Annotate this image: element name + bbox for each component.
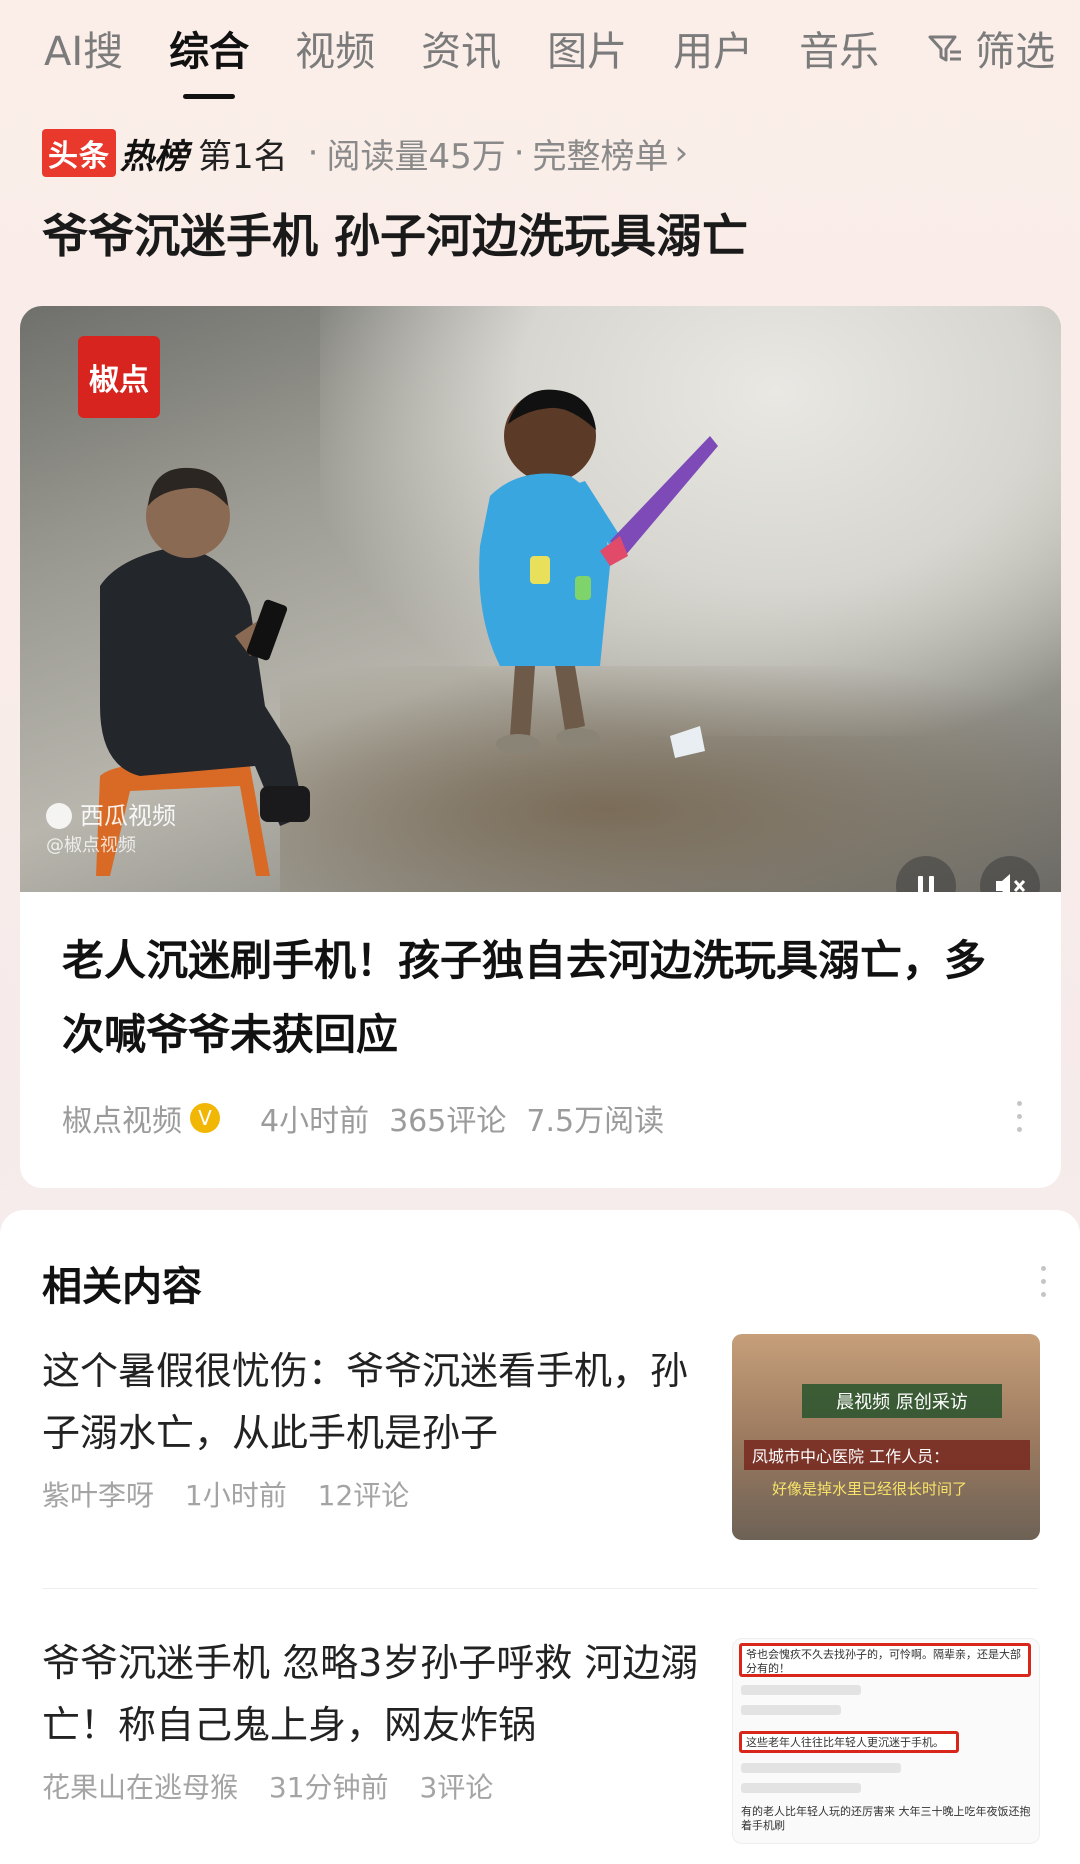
thumbnail-caption: 好像是掉水里已经很长时间了: [772, 1479, 968, 1498]
separator-dot: ·: [513, 133, 525, 173]
tab-images[interactable]: 图片: [547, 19, 627, 77]
related-heading: 相关内容: [42, 1264, 202, 1310]
thumbnail-caption: 这些老年人往往比年轻人更沉迷于手机。: [739, 1731, 959, 1753]
filter-button[interactable]: 筛选: [925, 19, 1055, 77]
chevron-right-icon: ›: [674, 133, 689, 173]
related-item-thumbnail[interactable]: 爷也会愧疚不久去找孙子的，可怜啊。隔辈亲，还是大部分有的！ 这些老年人往往比年轻…: [732, 1638, 1040, 1844]
pause-icon: [918, 876, 934, 892]
thumbnail-line: [741, 1783, 861, 1793]
publish-time: 4小时前: [260, 1104, 370, 1139]
rank-label: 第1名: [198, 136, 288, 177]
related-item-thumbnail[interactable]: 晨视频 原创采访 凤城市中心医院 工作人员： 好像是掉水里已经很长时间了: [732, 1334, 1040, 1540]
publish-time: 31分钟前: [268, 1771, 389, 1804]
thumbnail-caption: 有的老人比年轻人玩的还厉害来 大年三十晚上吃年夜饭还抱着手机刷: [741, 1805, 1031, 1832]
divider: [42, 1588, 1038, 1589]
related-item[interactable]: 这个暑假很忧伤：爷爷沉迷看手机，孙子溺水亡，从此手机是孙子 紫叶李呀 1小时前 …: [42, 1334, 1042, 1540]
read-count: 阅读量45万: [326, 136, 506, 177]
tab-comprehensive[interactable]: 综合: [169, 19, 249, 77]
tab-news[interactable]: 资讯: [421, 19, 501, 77]
full-list-link[interactable]: 完整榜单: [533, 129, 669, 178]
search-tab-bar: AI搜 综合 视频 资讯 图片 用户 音乐 筛选: [0, 0, 1080, 96]
comment-count: 12评论: [317, 1479, 410, 1512]
author-name[interactable]: 椒点视频: [62, 1096, 182, 1140]
publish-time: 1小时前: [184, 1479, 287, 1512]
thumbnail-line: [741, 1763, 901, 1773]
related-item-title[interactable]: 这个暑假很忧伤：爷爷沉迷看手机，孙子溺水亡，从此手机是孙子: [42, 1340, 722, 1464]
video-player[interactable]: 椒点 西瓜视频 @椒点视频: [20, 306, 1061, 892]
video-frame-child: [479, 389, 718, 758]
separator-dot: ·: [307, 133, 319, 173]
related-item-title[interactable]: 爷爷沉迷手机 忽略3岁孙子呼救 河边溺亡！称自己鬼上身，网友炸锅: [42, 1632, 722, 1756]
more-options-icon[interactable]: [1041, 1266, 1046, 1297]
watermark-account: @椒点视频: [46, 835, 136, 856]
news-meta: 椒点视频 V 4小时前 365评论 7.5万阅读: [62, 1096, 684, 1140]
author-name[interactable]: 花果山在逃母猴: [42, 1771, 238, 1804]
hot-topic-headline[interactable]: 爷爷沉迷手机 孙子河边洗玩具溺亡: [42, 200, 748, 266]
toutiao-logo: 头条: [42, 129, 116, 177]
read-count: 7.5万阅读: [526, 1104, 665, 1139]
related-content-panel: 相关内容 这个暑假很忧伤：爷爷沉迷看手机，孙子溺水亡，从此手机是孙子 紫叶李呀 …: [0, 1210, 1080, 1864]
thumbnail-line: [741, 1685, 861, 1695]
tab-users[interactable]: 用户: [673, 19, 753, 77]
thumbnail-caption: 凤城市中心医院 工作人员：: [744, 1440, 1030, 1470]
comment-count: 3评论: [419, 1771, 494, 1804]
filter-label: 筛选: [975, 29, 1056, 75]
related-item[interactable]: 爷爷沉迷手机 忽略3岁孙子呼救 河边溺亡！称自己鬼上身，网友炸锅 花果山在逃母猴…: [42, 1632, 1042, 1844]
tab-ai-search[interactable]: AI搜: [44, 19, 123, 77]
hot-list-logo: 热榜: [120, 136, 188, 177]
comment-count: 365评论: [389, 1104, 507, 1139]
thumbnail-caption: 晨视频 原创采访: [802, 1384, 1002, 1418]
verified-badge-icon: V: [190, 1103, 220, 1133]
more-options-icon[interactable]: [1017, 1101, 1027, 1132]
xigua-logo-icon: [46, 803, 72, 829]
hot-ranking-bar[interactable]: 头条 热榜 第1名 · 阅读量45万 · 完整榜单 ›: [42, 128, 688, 178]
thumbnail-line: [741, 1705, 841, 1715]
filter-icon: [928, 35, 962, 62]
watermark-text: 西瓜视频: [80, 802, 176, 830]
brand-logo-badge: 椒点: [78, 336, 160, 418]
thumbnail-caption: 爷也会愧疚不久去找孙子的，可怜啊。隔辈亲，还是大部分有的！: [739, 1643, 1031, 1677]
speaker-muted-icon: [996, 874, 1026, 892]
tab-video[interactable]: 视频: [295, 19, 375, 77]
tab-music[interactable]: 音乐: [799, 19, 879, 77]
news-title[interactable]: 老人沉迷刷手机！孩子独自去河边洗玩具溺亡，多次喊爷爷未获回应: [62, 924, 1012, 1072]
author-name[interactable]: 紫叶李呀: [42, 1479, 154, 1512]
news-card[interactable]: 椒点 西瓜视频 @椒点视频 老人沉迷刷手机！孩子独自去河边洗玩具溺亡，多次喊爷爷…: [20, 306, 1061, 1188]
video-watermark: 西瓜视频 @椒点视频: [46, 801, 176, 861]
